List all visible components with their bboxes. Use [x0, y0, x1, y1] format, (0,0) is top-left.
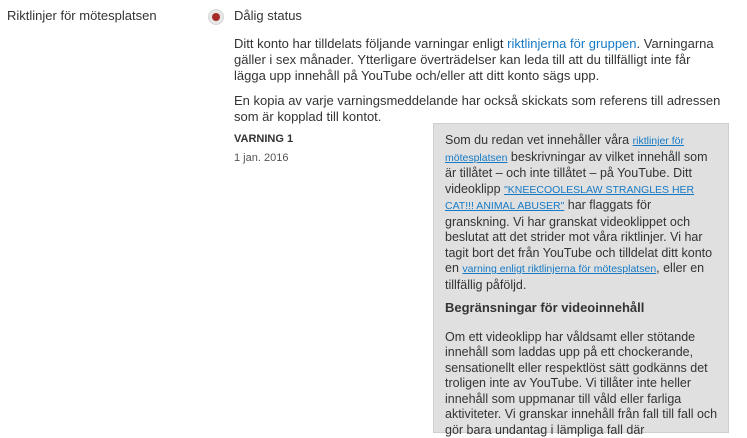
warning-title: VARNING 1 — [234, 133, 293, 145]
strike-info-link[interactable]: varning enligt riktlinjerna för mötespla… — [462, 263, 656, 275]
tooltip-text-1: Som du redan vet innehåller våra — [445, 133, 633, 147]
copy-notice-paragraph: En kopia av varje varningsmeddelande har… — [234, 93, 724, 125]
intro-text-before: Ditt konto har tilldelats följande varni… — [234, 36, 507, 51]
warning-details-tooltip: Som du redan vet innehåller våra riktlin… — [433, 123, 729, 433]
tooltip-heading: Begränsningar för videoinnehåll — [445, 300, 718, 316]
bad-status-icon — [208, 9, 224, 25]
tooltip-intro: Som du redan vet innehåller våra riktlin… — [445, 133, 718, 293]
intro-paragraph: Ditt konto har tilldelats följande varni… — [234, 36, 724, 84]
tooltip-body: Om ett videoklipp har våldsamt eller stö… — [445, 330, 718, 438]
section-label: Riktlinjer för mötesplatsen — [7, 8, 157, 23]
community-guidelines-link[interactable]: riktlinjerna för gruppen — [507, 36, 636, 51]
status-text: Dålig status — [234, 8, 302, 23]
warning-date: 1 jan. 2016 — [234, 152, 288, 164]
